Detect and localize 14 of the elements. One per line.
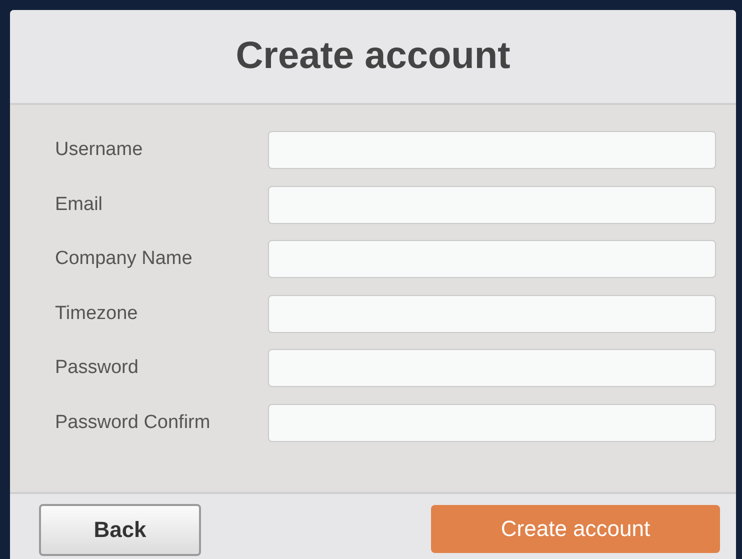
field-label: Timezone	[55, 302, 139, 324]
field-label: Password Confirm	[55, 412, 212, 434]
field-label: Email	[55, 194, 104, 216]
field-label: Username	[55, 139, 144, 161]
input-field[interactable]	[268, 294, 716, 332]
input-field[interactable]	[268, 404, 716, 442]
field-label: Company Name	[55, 248, 194, 270]
form-title: Create account	[236, 35, 510, 78]
input-field[interactable]	[268, 240, 716, 278]
input-field[interactable]	[268, 186, 716, 224]
input-field[interactable]	[268, 349, 716, 387]
input-field[interactable]	[268, 131, 716, 169]
back-button[interactable]: Back	[39, 504, 201, 556]
field-label: Password	[55, 357, 140, 379]
